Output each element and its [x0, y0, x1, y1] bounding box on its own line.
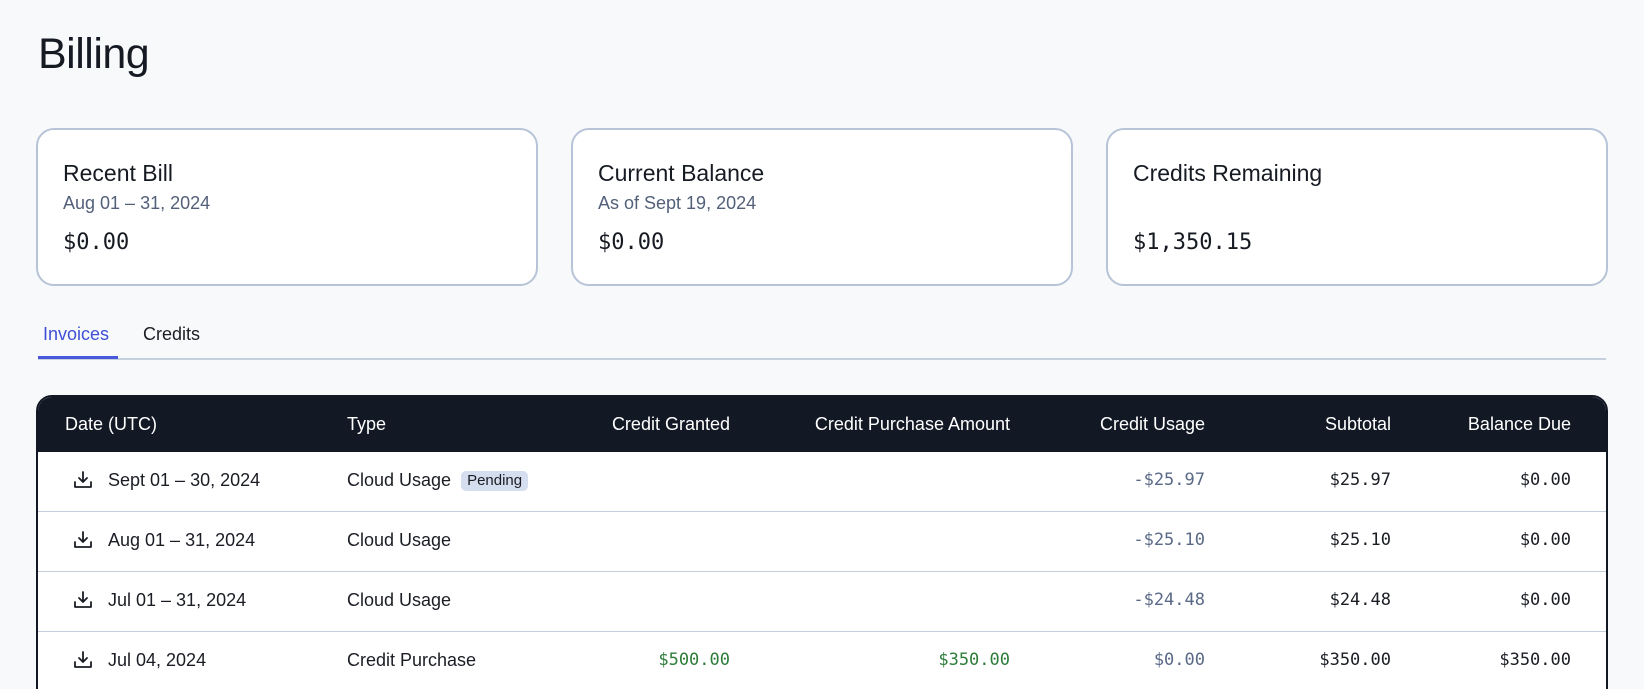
row-type: Cloud Usage	[347, 470, 452, 490]
row-credit-granted: $500.00	[658, 650, 730, 670]
row-credit-usage: $0.00	[1153, 650, 1205, 670]
credits-remaining-card: Credits Remaining $1,350.15	[1106, 128, 1608, 286]
row-subtotal: $25.97	[1329, 470, 1391, 490]
row-subtotal: $25.10	[1329, 530, 1391, 550]
row-balance-due: $0.00	[1519, 530, 1571, 550]
card-title: Recent Bill	[63, 160, 173, 186]
row-date: Sept 01 – 30, 2024	[108, 470, 261, 490]
download-icon[interactable]	[72, 529, 94, 551]
row-balance-due: $0.00	[1519, 470, 1571, 490]
billing-tabs: Invoices Credits	[38, 318, 1606, 360]
column-header-subtotal: Subtotal	[1324, 414, 1391, 434]
row-date: Jul 04, 2024	[108, 650, 207, 670]
invoices-table: Date (UTC) Type Credit Granted Credit Pu…	[36, 395, 1608, 689]
column-header-credit-purchase-amount: Credit Purchase Amount	[814, 414, 1010, 434]
page-title: Billing	[38, 30, 150, 78]
row-credit-usage: -$25.97	[1133, 470, 1205, 490]
table-header: Date (UTC) Type Credit Granted Credit Pu…	[38, 397, 1606, 452]
summary-cards: Recent Bill Aug 01 – 31, 2024 $0.00 Curr…	[36, 128, 1608, 286]
row-subtotal: $350.00	[1319, 650, 1391, 670]
card-subtitle: Aug 01 – 31, 2024	[63, 193, 211, 213]
row-type: Cloud Usage	[347, 530, 452, 550]
table-row: Aug 01 – 31, 2024 Cloud Usage -$25.10 $2…	[38, 512, 1606, 572]
row-balance-due: $350.00	[1499, 650, 1571, 670]
column-header-type: Type	[347, 414, 387, 434]
card-title: Current Balance	[598, 160, 765, 186]
row-balance-due: $0.00	[1519, 590, 1571, 610]
current-balance-card: Current Balance As of Sept 19, 2024 $0.0…	[571, 128, 1073, 286]
row-type: Credit Purchase	[347, 650, 477, 670]
column-header-credit-granted: Credit Granted	[611, 414, 730, 434]
card-value: $1,350.15	[1133, 230, 1253, 255]
row-subtotal: $24.48	[1329, 590, 1391, 610]
recent-bill-card: Recent Bill Aug 01 – 31, 2024 $0.00	[36, 128, 538, 286]
column-header-date: Date (UTC)	[65, 414, 158, 434]
row-credit-usage: -$24.48	[1133, 590, 1205, 610]
row-date: Jul 01 – 31, 2024	[108, 590, 247, 610]
card-subtitle: As of Sept 19, 2024	[598, 193, 757, 213]
card-value: $0.00	[598, 230, 665, 255]
tab-invoices[interactable]: Invoices	[43, 324, 109, 345]
card-value: $0.00	[63, 230, 130, 255]
row-type: Cloud Usage	[347, 590, 452, 610]
download-icon[interactable]	[72, 649, 94, 671]
column-header-credit-usage: Credit Usage	[1099, 414, 1205, 434]
table-row: Jul 04, 2024 Credit Purchase $500.00 $35…	[38, 632, 1606, 689]
card-title: Credits Remaining	[1133, 160, 1323, 186]
billing-page: Billing Recent Bill Aug 01 – 31, 2024 $0…	[0, 0, 1644, 689]
row-type-cell: Cloud Usage Pending	[347, 470, 529, 491]
tab-credits[interactable]: Credits	[143, 324, 200, 345]
status-badge: Pending	[461, 471, 529, 491]
download-icon[interactable]	[72, 469, 94, 491]
column-header-balance-due: Balance Due	[1467, 414, 1571, 434]
row-credit-purchase-amount: $350.00	[938, 650, 1010, 670]
active-tab-indicator	[38, 356, 118, 359]
row-date: Aug 01 – 31, 2024	[108, 530, 256, 550]
row-credit-usage: -$25.10	[1133, 530, 1205, 550]
table-row: Sept 01 – 30, 2024 Cloud Usage Pending -$…	[38, 452, 1606, 512]
table-row: Jul 01 – 31, 2024 Cloud Usage -$24.48 $2…	[38, 572, 1606, 632]
download-icon[interactable]	[72, 589, 94, 611]
